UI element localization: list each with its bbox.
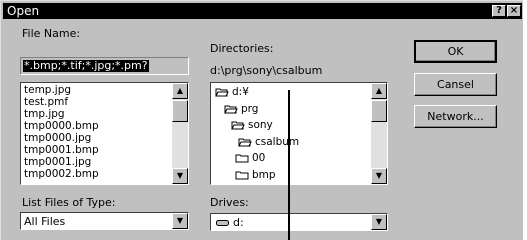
cancel-button[interactable]: Cansel bbox=[414, 73, 497, 96]
tree-item[interactable]: d:¥ bbox=[215, 86, 249, 98]
scroll-down-arrow-icon[interactable]: ▼ bbox=[172, 168, 188, 184]
drives-select[interactable]: d: ▼ bbox=[210, 213, 388, 231]
directory-scrollbar[interactable]: ▲ ▼ bbox=[371, 83, 387, 184]
drives-label: Drives: bbox=[210, 196, 249, 209]
tree-item-label: bmp bbox=[252, 169, 276, 181]
scroll-up-arrow-icon[interactable]: ▲ bbox=[172, 83, 188, 99]
file-type-select[interactable]: All Files ▼ bbox=[20, 212, 189, 230]
file-type-label: List Files of Type: bbox=[22, 196, 116, 209]
chevron-down-icon[interactable]: ▼ bbox=[371, 214, 387, 230]
folder-icon bbox=[235, 154, 249, 163]
file-list[interactable]: temp.jpg test.pmf tmp.jpg tmp0000.bmp tm… bbox=[20, 82, 189, 185]
drive-value-wrap: d: bbox=[216, 216, 244, 229]
scroll-thumb[interactable] bbox=[172, 100, 188, 122]
close-button[interactable]: × bbox=[507, 5, 521, 17]
callout-line bbox=[288, 90, 290, 240]
chevron-down-icon[interactable]: ▼ bbox=[172, 213, 188, 229]
open-dialog: Open ? × File Name: *.bmp;*.tif;*.jpg;*.… bbox=[0, 0, 523, 240]
drive-value: d: bbox=[233, 216, 244, 229]
current-path: d:\prg\sony\csalbum bbox=[210, 64, 323, 77]
list-item[interactable]: tmp0002.bmp bbox=[21, 168, 172, 180]
tree-item-label: 00 bbox=[252, 152, 266, 164]
file-list-scrollbar[interactable]: ▲ ▼ bbox=[172, 83, 188, 184]
list-item[interactable]: tmp0001.jpg bbox=[21, 156, 172, 168]
folder-icon bbox=[235, 171, 249, 180]
list-item[interactable]: tmp0000.jpg bbox=[21, 132, 172, 144]
scroll-up-arrow-icon[interactable]: ▲ bbox=[371, 83, 387, 99]
tree-item-label: sony bbox=[248, 119, 273, 131]
tree-item-label: csalbum bbox=[255, 136, 300, 148]
dialog-title: Open bbox=[7, 4, 40, 18]
drive-icon bbox=[216, 220, 229, 226]
list-item[interactable]: tmp.jpg bbox=[21, 108, 172, 120]
directories-label: Directories: bbox=[210, 42, 274, 55]
open-folder-icon bbox=[224, 105, 238, 114]
list-item[interactable]: tmp0001.bmp bbox=[21, 144, 172, 156]
title-bar[interactable]: Open ? × bbox=[3, 3, 522, 19]
tree-item[interactable]: sony bbox=[231, 119, 273, 131]
tree-item[interactable]: bmp bbox=[235, 169, 276, 181]
file-name-input[interactable]: *.bmp;*.tif;*.jpg;*.pm? bbox=[20, 57, 189, 75]
scroll-thumb[interactable] bbox=[371, 100, 387, 122]
list-item[interactable]: temp.jpg bbox=[21, 84, 172, 96]
directory-tree[interactable]: d:¥ prg sony csalbum 00 bmp ▲ ▼ bbox=[210, 82, 388, 185]
tree-item[interactable]: prg bbox=[224, 103, 258, 115]
file-type-value: All Files bbox=[24, 215, 66, 228]
ok-button[interactable]: OK bbox=[414, 40, 497, 63]
file-name-value: *.bmp;*.tif;*.jpg;*.pm? bbox=[23, 59, 149, 72]
open-folder-icon bbox=[215, 88, 229, 97]
tree-item-label: d:¥ bbox=[232, 86, 249, 98]
scroll-down-arrow-icon[interactable]: ▼ bbox=[371, 168, 387, 184]
tree-item[interactable]: 00 bbox=[235, 152, 265, 164]
list-item[interactable]: test.pmf bbox=[21, 96, 172, 108]
list-item[interactable]: tmp0000.bmp bbox=[21, 120, 172, 132]
open-folder-icon bbox=[231, 121, 245, 130]
file-name-label: File Name: bbox=[22, 27, 81, 40]
tree-item-label: prg bbox=[241, 103, 259, 115]
help-button[interactable]: ? bbox=[492, 5, 506, 17]
network-button[interactable]: Network... bbox=[414, 105, 497, 128]
open-folder-icon bbox=[238, 138, 252, 147]
